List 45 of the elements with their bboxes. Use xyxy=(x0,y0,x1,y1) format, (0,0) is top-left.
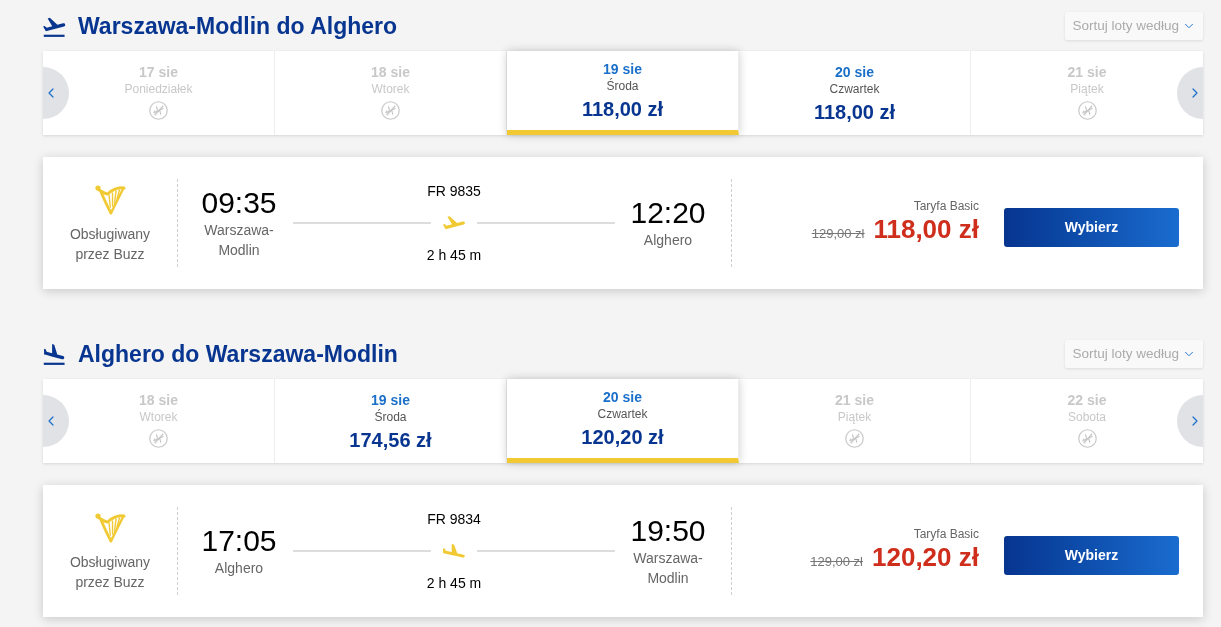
date-tab[interactable]: 20 sie Czwartek 118,00 zł xyxy=(739,51,971,135)
no-flights-icon xyxy=(845,429,864,448)
arrival-time: 19:50 xyxy=(630,514,706,548)
route-title: Alghero do Warszawa-Modlin xyxy=(78,340,398,369)
fare-label: Taryfa Basic xyxy=(913,197,979,214)
flight-duration: 2 h 45 m xyxy=(426,574,482,592)
date-tab[interactable]: 20 sie Czwartek 120,20 zł xyxy=(507,379,739,463)
flight-number: FR 9834 xyxy=(427,510,481,528)
no-flights-icon xyxy=(1077,429,1097,448)
flight-number: FR 9835 xyxy=(427,182,481,200)
no-flights-icon xyxy=(149,101,168,120)
harp-logo-icon xyxy=(93,182,127,216)
arrival-airport: Warszawa-Modlin xyxy=(632,549,704,588)
takeoff-plane-icon xyxy=(43,15,66,37)
no-flights-icon xyxy=(1077,101,1097,120)
select-flight-button[interactable]: Wybierz xyxy=(1004,535,1179,575)
fare-label: Taryfa Basic xyxy=(913,525,979,542)
previous-dates-button[interactable] xyxy=(43,395,69,447)
departure-time: 09:35 xyxy=(201,186,277,220)
takeoff-plane-icon xyxy=(443,216,465,230)
next-dates-button[interactable] xyxy=(1177,67,1203,119)
arrival-time: 12:20 xyxy=(630,196,706,230)
sort-dropdown[interactable]: Sortuj loty według xyxy=(1065,12,1203,40)
sort-dropdown[interactable]: Sortuj loty według xyxy=(1065,340,1203,368)
original-price: 129,00 zł xyxy=(810,552,863,571)
landing-plane-icon xyxy=(443,544,465,558)
no-flights-icon xyxy=(381,101,400,120)
route-title: Warszawa-Modlin do Alghero xyxy=(78,12,398,41)
harp-logo-icon xyxy=(93,510,127,544)
previous-dates-button[interactable] xyxy=(43,67,69,119)
operator-label: Obsługiwany przez Buzz xyxy=(68,553,152,592)
original-price: 129,00 zł xyxy=(811,224,865,243)
arrival-airport: Alghero xyxy=(642,231,694,250)
operator-label: Obsługiwany przez Buzz xyxy=(68,225,152,264)
departure-airport: Alghero xyxy=(213,559,265,578)
departure-airport: Warszawa-Modlin xyxy=(203,221,275,260)
next-dates-button[interactable] xyxy=(1177,395,1203,447)
flight-duration: 2 h 45 m xyxy=(426,246,482,264)
flight-price: 118,00 zł xyxy=(873,213,979,244)
departure-time: 17:05 xyxy=(201,524,277,558)
landing-plane-icon xyxy=(43,343,66,365)
date-tab[interactable]: 19 sie Środa 118,00 zł xyxy=(507,51,739,135)
select-flight-button[interactable]: Wybierz xyxy=(1004,207,1179,247)
no-flights-icon xyxy=(149,429,168,448)
flight-price: 120,20 zł xyxy=(872,541,979,572)
